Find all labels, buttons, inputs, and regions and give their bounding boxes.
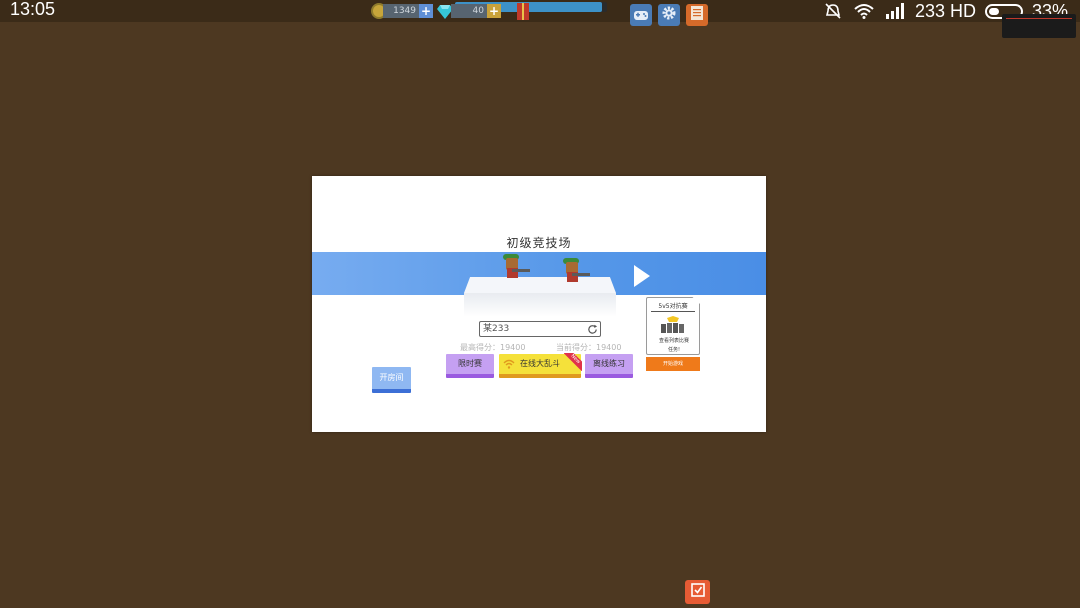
- gear-icon: [661, 5, 677, 25]
- gamepad-icon: [633, 6, 649, 25]
- mini-overlay[interactable]: [1002, 14, 1076, 38]
- player-name-field[interactable]: 某233: [479, 321, 601, 337]
- stage-front: [464, 293, 616, 317]
- start-game-button[interactable]: 开始游戏: [646, 357, 700, 371]
- notebook-button[interactable]: [686, 4, 708, 26]
- coin-count: 1349: [383, 4, 419, 18]
- stage-top: [464, 277, 616, 293]
- settings-button[interactable]: [658, 4, 680, 26]
- gem-count: 40: [451, 4, 487, 18]
- overlay-row: [1006, 18, 1072, 26]
- refresh-icon[interactable]: [586, 323, 598, 335]
- player-name: 某233: [483, 324, 510, 334]
- new-badge-label: New: [564, 353, 582, 371]
- card-title: 5v5对抗赛: [651, 301, 695, 312]
- card-desc-line: 查看列表比赛: [658, 338, 689, 344]
- gift-icon[interactable]: [517, 3, 529, 20]
- best-score: 最高得分：19400: [460, 343, 526, 352]
- battery-level: [988, 7, 999, 15]
- wifi-icon: [853, 2, 875, 20]
- gamepad-button[interactable]: [630, 4, 652, 26]
- opponent-character: [558, 258, 590, 284]
- card-description: 查看列表比赛 任务!: [650, 337, 698, 355]
- online-brawl-button[interactable]: 在线大乱斗 New: [499, 353, 582, 378]
- online-brawl-label: 在线大乱斗: [520, 359, 560, 368]
- add-coins-button[interactable]: +: [419, 4, 433, 18]
- signal-icon: [884, 2, 906, 20]
- 5v5-event-card[interactable]: 5v5对抗赛 查看列表比赛 任务!: [646, 297, 700, 355]
- current-score: 当前得分：19400: [556, 343, 622, 352]
- arena-dialog: 初级竞技场 某233 最高得分：19400 当前得分：19400 限时赛 在线大…: [312, 176, 766, 432]
- open-room-button[interactable]: 开房间: [372, 367, 411, 393]
- arena-title: 初级竞技场: [506, 236, 572, 250]
- arena-stage: [464, 277, 616, 317]
- next-arena-arrow-icon[interactable]: [634, 265, 650, 287]
- screenshot-icon: [690, 582, 706, 602]
- wifi-icon: [503, 358, 515, 370]
- new-badge: New: [564, 353, 582, 371]
- screenshot-button[interactable]: [685, 580, 710, 604]
- book-icon: [690, 5, 704, 25]
- character-gun: [512, 269, 530, 272]
- card-desc-line: 任务!: [667, 347, 680, 353]
- timed-match-button[interactable]: 限时赛: [446, 354, 494, 378]
- player-character: [498, 254, 530, 280]
- add-gems-button[interactable]: +: [487, 4, 501, 18]
- overlay-row: [1006, 27, 1072, 35]
- offline-practice-button[interactable]: 离线练习: [585, 354, 633, 378]
- character-gun: [572, 273, 590, 276]
- network-label: 233 HD: [914, 1, 976, 21]
- crowd-icon: [659, 316, 687, 334]
- clock: 13:05: [10, 0, 56, 19]
- alarm-mute-icon: [822, 2, 844, 20]
